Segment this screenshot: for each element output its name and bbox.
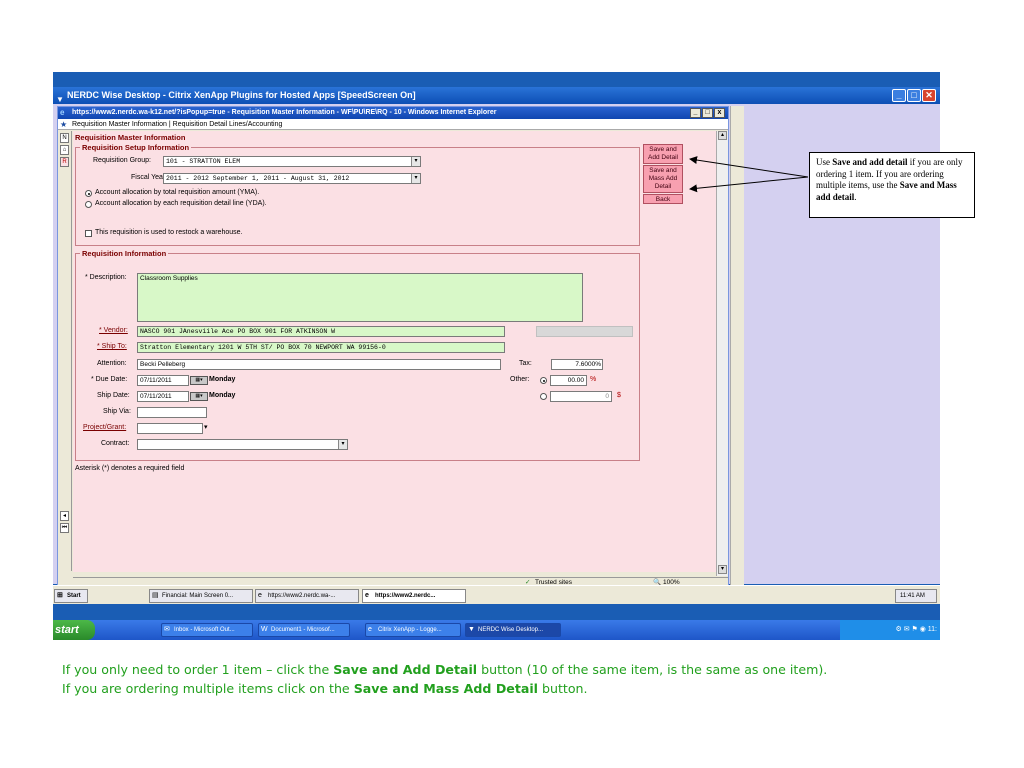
- caption-line-2: If you are ordering multiple items click…: [62, 681, 588, 696]
- slide-caption: If you only need to order 1 item – click…: [62, 660, 962, 698]
- slide: ▼ NERDC Wise Desktop - Citrix XenApp Plu…: [0, 0, 1024, 768]
- arrow-save-add: [689, 156, 809, 178]
- callout-box: Use Save and add detail if you are only …: [809, 152, 975, 218]
- arrow-save-mass: [689, 176, 809, 193]
- callout-arrows: [689, 156, 809, 193]
- caption-line-1: If you only need to order 1 item – click…: [62, 662, 828, 677]
